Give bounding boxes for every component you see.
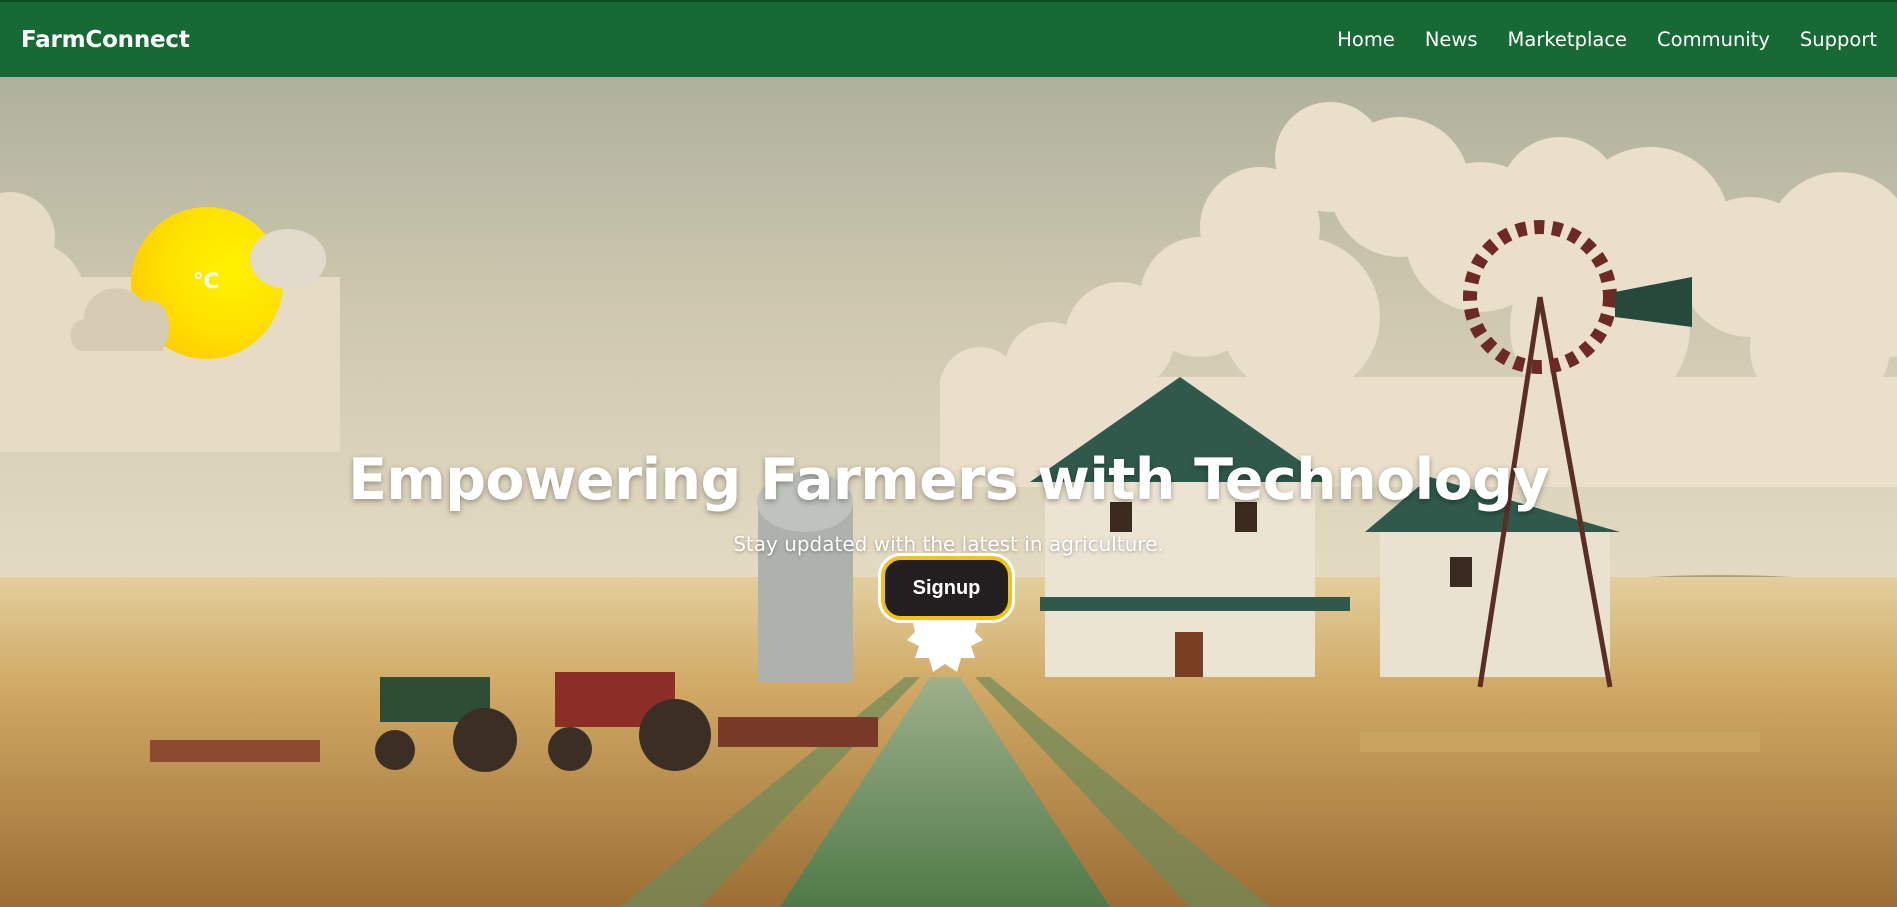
trailer (718, 717, 878, 747)
cloud-icon (70, 288, 170, 351)
hero-subtitle: Stay updated with the latest in agricult… (733, 532, 1164, 556)
fence (1360, 732, 1760, 752)
cloud-icon-small (250, 229, 326, 289)
temperature-label: °C (193, 269, 219, 293)
hero-title: Empowering Farmers with Technology (348, 447, 1549, 513)
nav-link-news[interactable]: News (1425, 28, 1478, 51)
nav-link-community[interactable]: Community (1657, 28, 1770, 51)
hero-section: °C Empowering Farmers with Technology St… (0, 77, 1897, 907)
top-navbar: FarmConnect Home News Marketplace Commun… (0, 0, 1897, 77)
nav-link-home[interactable]: Home (1337, 28, 1395, 51)
starburst-badge-icon (907, 612, 983, 672)
harvester-header (150, 740, 320, 762)
brand-logo[interactable]: FarmConnect (21, 27, 190, 53)
nav-link-marketplace[interactable]: Marketplace (1508, 28, 1628, 51)
nav-links: Home News Marketplace Community Support (1337, 28, 1877, 51)
weather-widget[interactable]: °C (66, 207, 326, 372)
nav-link-support[interactable]: Support (1800, 28, 1877, 51)
signup-button[interactable]: Signup (881, 556, 1012, 620)
